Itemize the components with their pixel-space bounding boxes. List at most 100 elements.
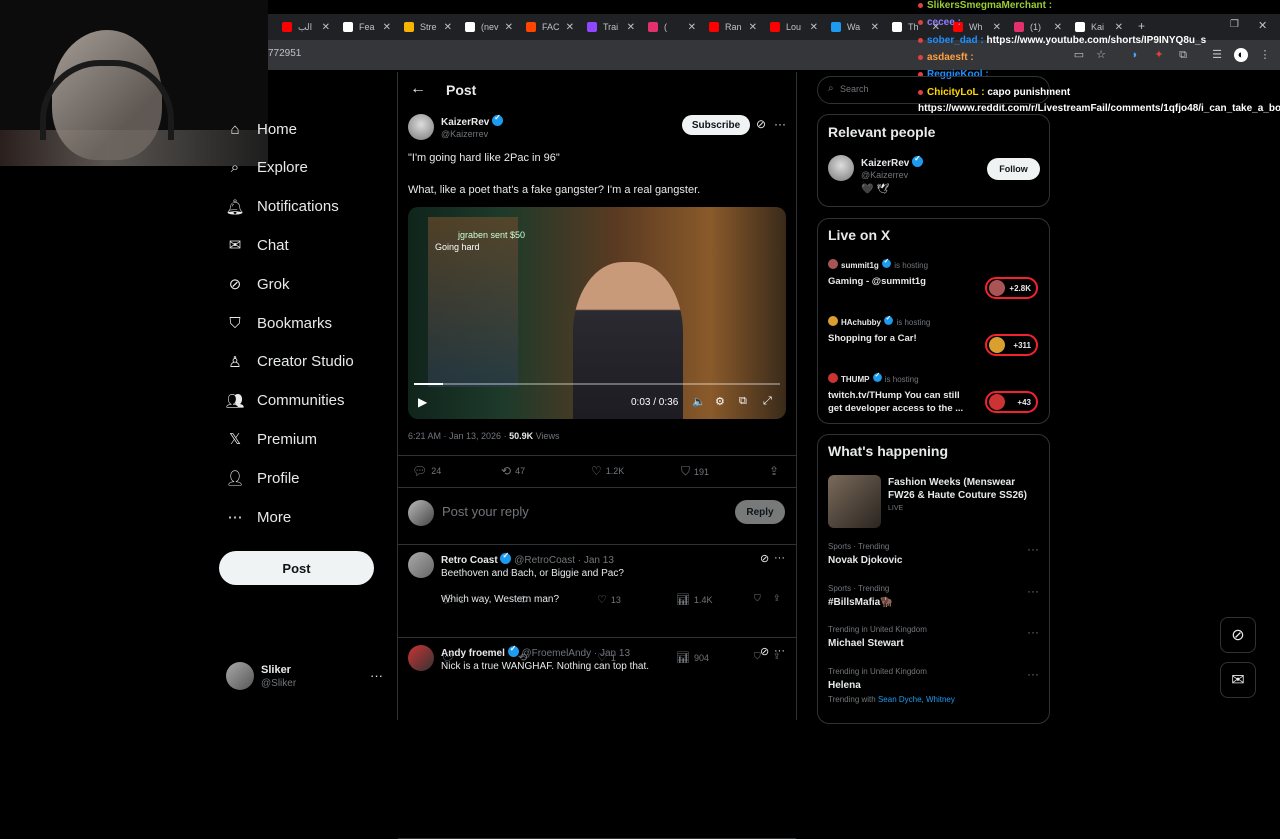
more-dots-icon[interactable]: ···: [1027, 625, 1039, 639]
trend-item[interactable]: Sports · Trending Novak Djokovic ···: [818, 542, 1049, 580]
trend-item[interactable]: Sports · Trending #BillsMafia🦬 ···: [818, 584, 1049, 622]
close-icon[interactable]: ✕: [627, 22, 635, 33]
close-icon[interactable]: ✕: [810, 22, 818, 33]
browser-tab[interactable]: Wa ✕: [825, 14, 885, 40]
reply-item[interactable]: Retro Coast @RetroCoast · Jan 13 ⊘ ··· Beet…: [398, 545, 796, 638]
sidebar-item-explore[interactable]: ⌕ Explore: [226, 156, 308, 180]
close-icon[interactable]: ✕: [1054, 22, 1062, 33]
bookmark-icon[interactable]: ⛉: [754, 651, 761, 662]
views-action[interactable]: 📊︎ 904: [676, 651, 709, 664]
puzzle-icon[interactable]: ⧉: [1176, 48, 1190, 62]
post-button[interactable]: Post: [219, 551, 374, 585]
sidebar-item-profile[interactable]: 👤︎ Profile: [225, 466, 299, 490]
video-progress-track[interactable]: [414, 383, 780, 385]
grok-icon[interactable]: ⊘: [760, 552, 769, 565]
bookmark-icon[interactable]: ⛉: [754, 593, 761, 604]
menu-icon[interactable]: ⋮: [1258, 48, 1272, 62]
close-icon[interactable]: ✕: [749, 22, 757, 33]
reply-item[interactable]: Andy froemel @FroemelAndy · Jan 13⊘···Ni…: [398, 638, 796, 839]
browser-tab[interactable]: Trai ✕: [581, 14, 641, 40]
avatar[interactable]: [408, 552, 434, 578]
live-item[interactable]: THUMP is hosting twitch.tv/THump You can …: [828, 371, 1040, 421]
sidebar-item-creator-studio[interactable]: ♙ Creator Studio: [226, 350, 353, 374]
follow-button[interactable]: Follow: [987, 158, 1040, 180]
live-item[interactable]: summit1g is hosting Gaming - @summit1g +2.…: [828, 257, 1040, 307]
volume-icon[interactable]: 🔈: [692, 395, 706, 408]
browser-tab[interactable]: Ran ✕: [703, 14, 763, 40]
url-text[interactable]: 772951: [268, 48, 301, 59]
rp-name[interactable]: KaizerRev: [861, 154, 924, 169]
messages-float-icon[interactable]: ✉: [1220, 662, 1256, 698]
sidebar-item-bookmarks[interactable]: ⛉ Bookmarks: [226, 311, 332, 335]
more-dots-icon[interactable]: ···: [1027, 542, 1039, 556]
browser-tab[interactable]: (nev ✕: [459, 14, 519, 40]
video-player[interactable]: jgraben sent $50 Going hard ▶ 0:03 / 0:3…: [408, 207, 786, 419]
live-listeners-pill[interactable]: +43: [985, 391, 1038, 413]
more-dots-icon[interactable]: ···: [1027, 667, 1039, 681]
more-dots-icon[interactable]: ···: [774, 552, 785, 564]
live-item[interactable]: HAchubby is hosting Shopping for a Car! +3…: [828, 314, 1040, 364]
new-tab-icon[interactable]: +: [1138, 19, 1145, 33]
views-action[interactable]: 📊︎ 1.4K: [676, 593, 712, 606]
back-arrow-icon[interactable]: ←: [410, 80, 426, 98]
pip-icon[interactable]: ⧉: [739, 395, 747, 408]
share-icon[interactable]: ⇪: [773, 651, 781, 662]
play-icon[interactable]: ▶: [418, 395, 427, 409]
sidebar-item-chat[interactable]: ✉ Chat: [226, 233, 289, 257]
close-icon[interactable]: ✕: [993, 22, 1001, 33]
share-icon[interactable]: ⇪: [773, 593, 781, 604]
more-dots-icon[interactable]: ···: [1027, 584, 1039, 598]
window-restore-icon[interactable]: ❐: [1230, 19, 1239, 30]
sidebar-item-notifications[interactable]: 🔔︎ Notifications: [225, 195, 338, 219]
extension2-icon[interactable]: ✦: [1152, 48, 1166, 62]
sidebar-item-premium[interactable]: 𝕏 Premium: [226, 427, 317, 451]
sidebar-item-grok[interactable]: ⊘ Grok: [226, 272, 290, 296]
reply-button[interactable]: Reply: [735, 500, 785, 524]
close-icon[interactable]: ✕: [688, 22, 696, 33]
event-thumbnail[interactable]: [828, 475, 881, 528]
close-icon[interactable]: ✕: [566, 22, 574, 33]
like-action[interactable]: ♡ 1.2K: [591, 464, 624, 478]
cast-icon[interactable]: ▭: [1072, 48, 1086, 62]
browser-tab[interactable]: (✕: [642, 14, 702, 40]
browser-tab[interactable]: FAC ✕: [520, 14, 580, 40]
like-action[interactable]: ♡ 13: [597, 593, 621, 606]
sidebar-icon[interactable]: ☰: [1210, 48, 1224, 62]
share-icon[interactable]: ⇪: [769, 464, 779, 478]
trend-item[interactable]: Trending in United Kingdom Michael Stewar…: [818, 625, 1049, 663]
extension-icon[interactable]: ◗: [1128, 48, 1142, 62]
close-icon[interactable]: ✕: [871, 22, 879, 33]
sidebar-item-communities[interactable]: 👥︎ Communities: [225, 389, 344, 413]
sidebar-item-more[interactable]: ⋯ More: [226, 505, 292, 529]
reply-author[interactable]: Retro Coast @RetroCoast · Jan 13: [441, 551, 614, 566]
search-input[interactable]: Search: [840, 84, 869, 94]
account-switcher[interactable]: Sliker @Sliker ···: [226, 660, 386, 694]
close-icon[interactable]: ✕: [383, 22, 391, 33]
reply-action[interactable]: 💬︎ 1: [441, 593, 464, 606]
more-dots-icon[interactable]: ···: [774, 117, 786, 131]
avatar[interactable]: [408, 645, 434, 671]
trending-with-names[interactable]: Sean Dyche, Whitney: [878, 695, 955, 704]
browser-tab[interactable]: الب ✕: [276, 14, 336, 40]
bookmark-star-icon[interactable]: ☆: [1094, 48, 1108, 62]
live-listeners-pill[interactable]: +311: [985, 334, 1038, 356]
reply-input[interactable]: Post your reply: [442, 504, 529, 519]
sidebar-item-home[interactable]: ⌂ Home: [226, 117, 297, 141]
grok-icon[interactable]: ⊘: [760, 645, 769, 658]
author-handle[interactable]: @Kaizerrev: [441, 129, 488, 139]
subscribe-button[interactable]: Subscribe: [682, 115, 750, 135]
window-close-icon[interactable]: ✕: [1258, 19, 1267, 32]
close-icon[interactable]: ✕: [505, 22, 513, 33]
close-icon[interactable]: ✕: [322, 22, 330, 33]
browser-tab[interactable]: Fea ✕: [337, 14, 397, 40]
reply-action[interactable]: 💬︎: [441, 651, 459, 664]
browser-tab[interactable]: Lou ✕: [764, 14, 824, 40]
grok-float-icon[interactable]: ⊘: [1220, 617, 1256, 653]
browser-tab[interactable]: Stre ✕: [398, 14, 458, 40]
repost-action[interactable]: ⟲: [518, 593, 531, 606]
repost-action[interactable]: ⟲: [518, 651, 531, 664]
like-action[interactable]: ♡ 1: [597, 651, 616, 664]
close-icon[interactable]: ✕: [1115, 22, 1123, 33]
event-title[interactable]: Fashion Weeks (Menswear FW26 & Haute Cou…: [888, 476, 1038, 502]
live-listeners-pill[interactable]: +2.8K: [985, 277, 1038, 299]
